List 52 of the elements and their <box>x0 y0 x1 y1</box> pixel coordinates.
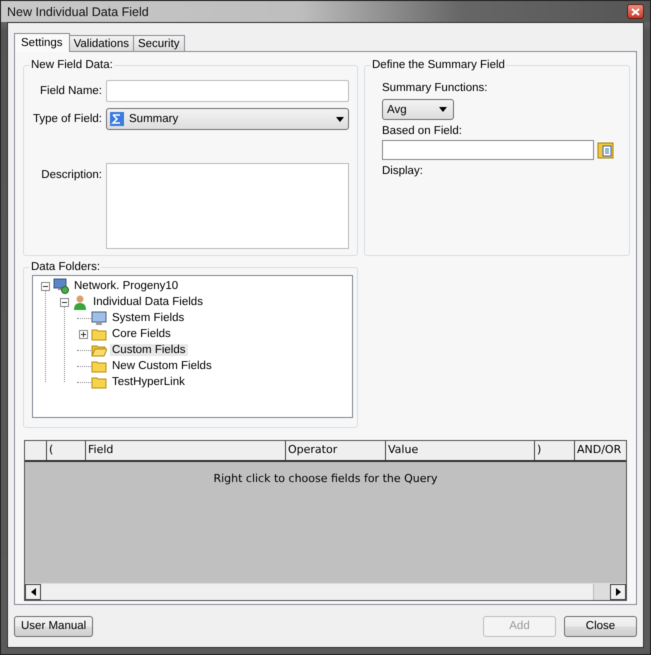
field-label: Type of Field: <box>32 113 103 125</box>
input-field[interactable] <box>106 80 349 102</box>
tab[interactable]: Validations <box>68 35 134 51</box>
list-icon <box>597 142 614 158</box>
close-icon <box>631 8 640 16</box>
left-arrow-icon <box>30 588 36 596</box>
network-computer-icon <box>53 278 69 294</box>
scroll-left-button[interactable] <box>25 584 41 600</box>
field-label: Based on Field: <box>382 125 463 137</box>
column-header: ( <box>46 441 85 460</box>
tree-item[interactable]: Core Fields <box>110 328 173 340</box>
monitor-icon <box>91 310 107 326</box>
collapse-icon[interactable] <box>41 282 50 290</box>
collapse-icon[interactable] <box>60 298 69 306</box>
dialog-button[interactable]: User Manual <box>14 616 94 636</box>
scroll-thumb[interactable] <box>593 584 610 600</box>
group-title: Data Folders: <box>30 261 102 273</box>
close-button[interactable] <box>627 4 644 19</box>
field-label: Field Name: <box>39 85 103 97</box>
dropdown-arrow-icon <box>336 116 344 122</box>
empty-message: Right click to choose fields for the Query <box>213 472 438 486</box>
column-header: Operator <box>285 441 385 460</box>
column-header: Value <box>385 441 534 460</box>
right-arrow-icon <box>616 588 620 596</box>
tree-item[interactable]: System Fields <box>110 312 186 324</box>
function-dropdown[interactable]: Avg <box>382 99 454 120</box>
tab[interactable]: Settings <box>14 33 70 52</box>
tab[interactable]: Security <box>132 35 185 51</box>
tree-item[interactable]: TestHyperLink <box>110 376 187 388</box>
tree-item[interactable]: Individual Data Fields <box>91 296 205 308</box>
field-label: Description: <box>40 168 103 183</box>
scroll-right-button[interactable] <box>610 584 626 600</box>
dialog-button[interactable]: Close <box>564 616 637 636</box>
dropdown-arrow-icon <box>439 107 447 112</box>
type-dropdown[interactable]: Summary <box>106 108 349 130</box>
input-field[interactable] <box>382 140 594 160</box>
description-field[interactable] <box>106 163 349 249</box>
tree-item[interactable]: Custom Fields <box>110 344 188 356</box>
group-title: New Field Data: <box>30 59 114 71</box>
sigma-icon <box>110 112 124 126</box>
tree-item[interactable]: Network. Progeny10 <box>72 280 180 292</box>
column-header: ) <box>534 441 574 460</box>
column-header: Field <box>85 441 285 460</box>
column-header: AND/OR <box>574 441 626 460</box>
group-title: Define the Summary Field <box>371 59 506 71</box>
window-title: New Individual Data Field <box>7 4 149 18</box>
person-icon <box>72 294 88 310</box>
field-label: Display: <box>382 165 424 177</box>
field-label: Summary Functions: <box>382 82 488 94</box>
tree-item[interactable]: New Custom Fields <box>110 360 214 372</box>
browse-button[interactable] <box>597 142 614 158</box>
expand-icon[interactable] <box>79 330 88 338</box>
